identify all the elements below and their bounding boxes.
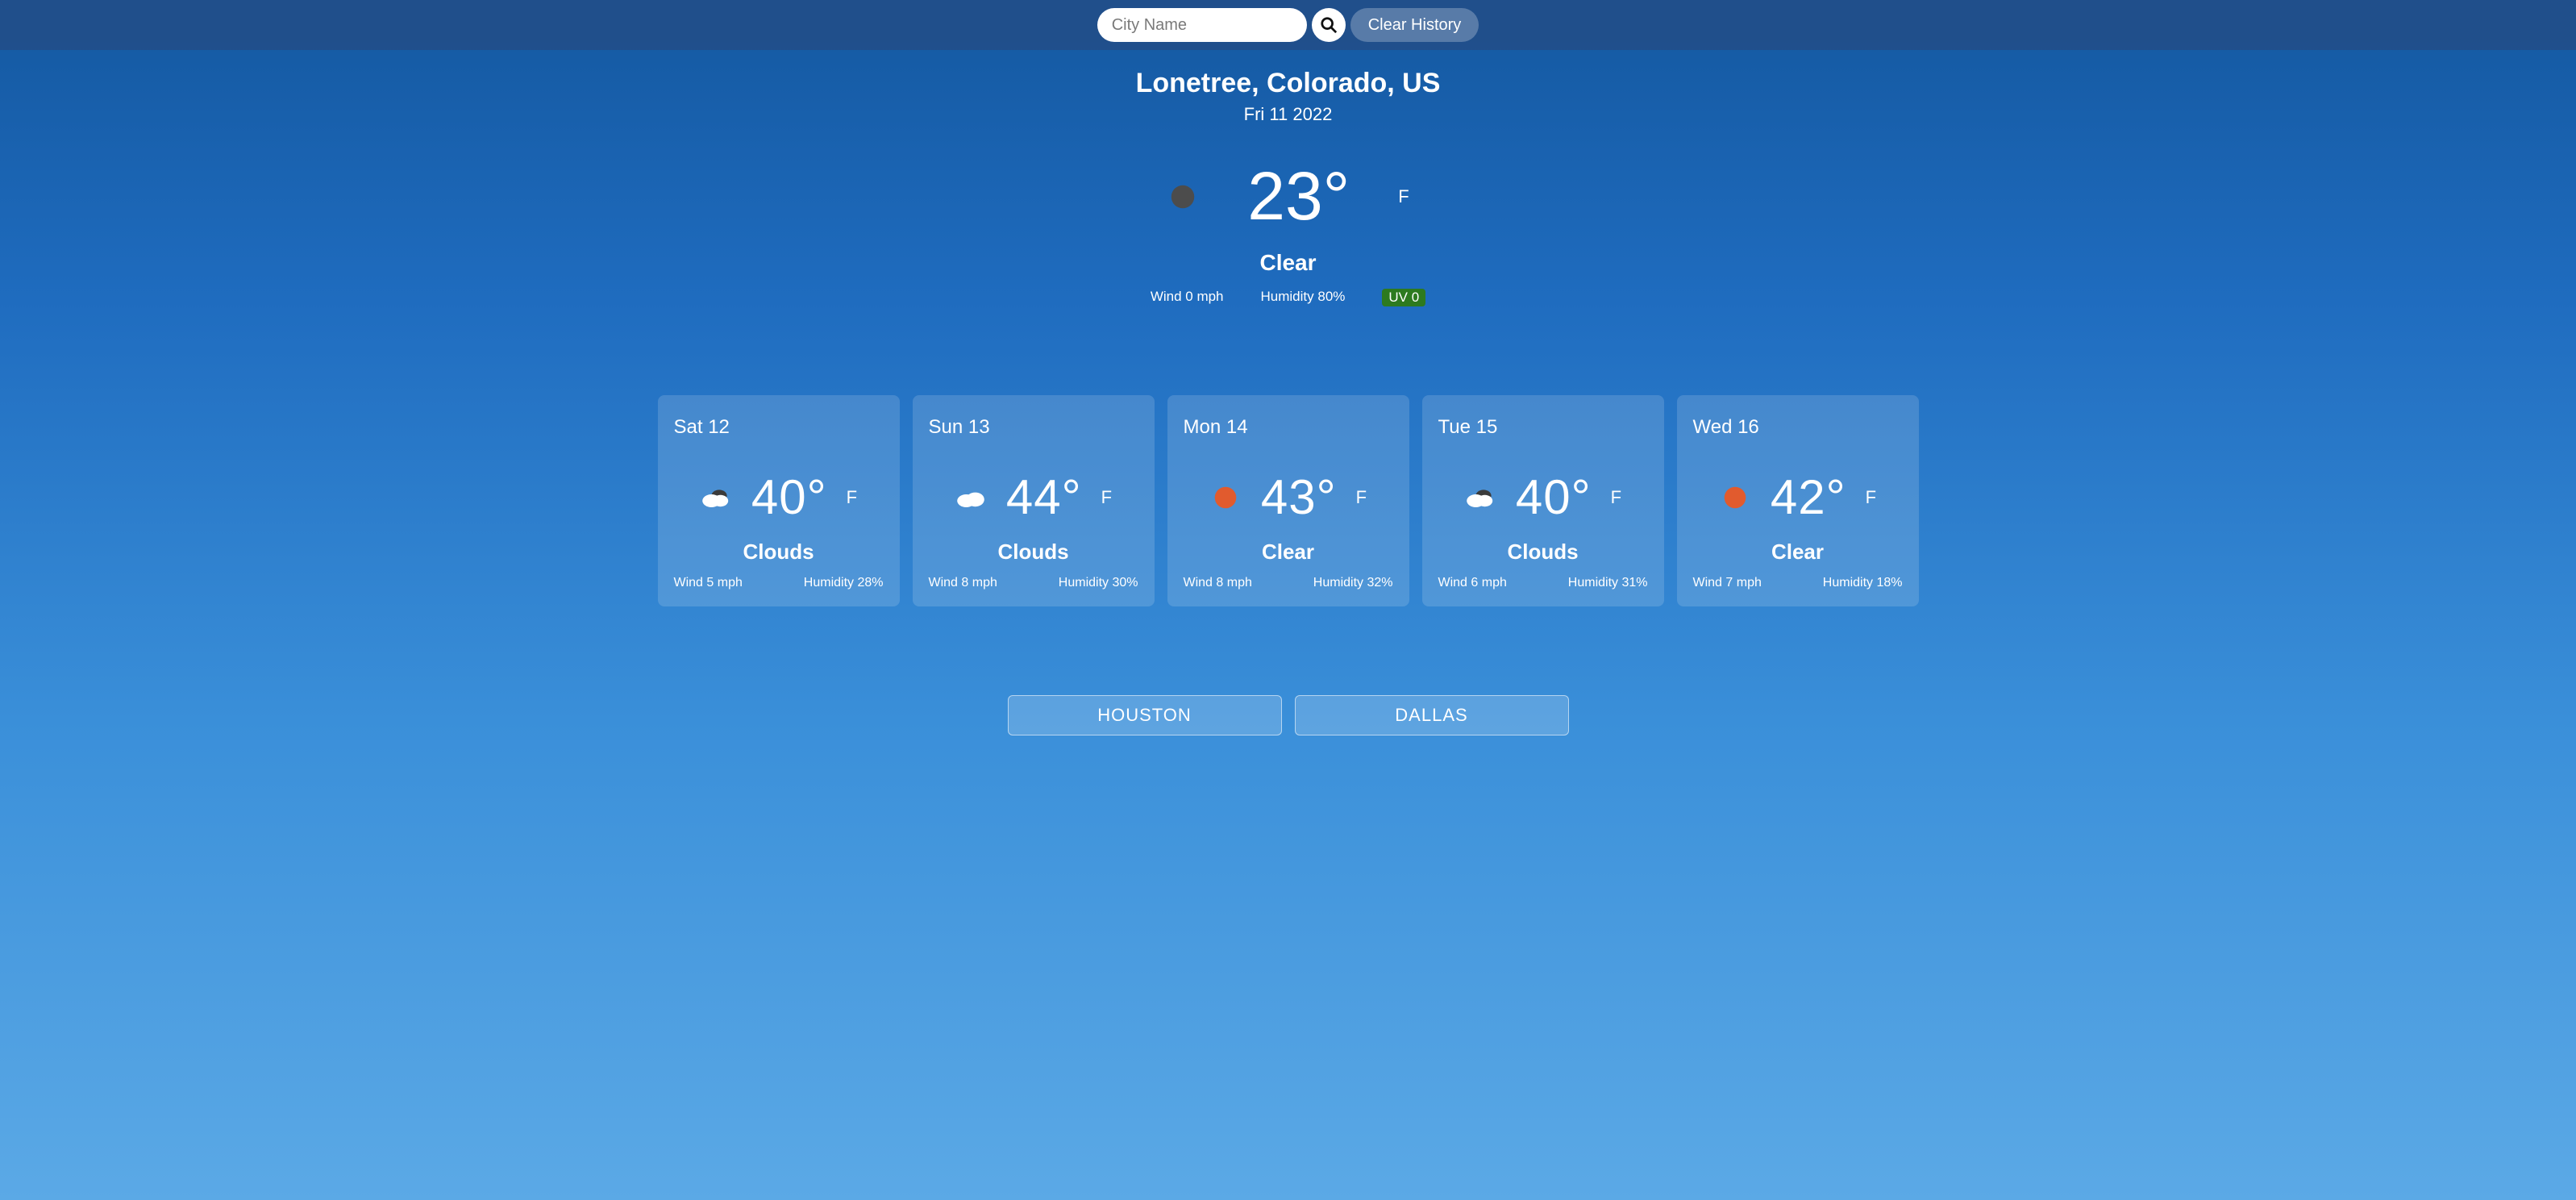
forecast-weather-icon bbox=[1719, 481, 1751, 514]
forecast-description: Clear bbox=[1184, 540, 1393, 565]
forecast-card: Sat 12 40° F Clouds Wind 5 mph Humidity … bbox=[658, 395, 900, 606]
forecast-unit: F bbox=[1611, 487, 1621, 508]
forecast-weather-icon bbox=[955, 481, 987, 514]
forecast-card: Mon 14 43° F Clear Wind 8 mph Humidity 3… bbox=[1167, 395, 1409, 606]
forecast-description: Clouds bbox=[1438, 540, 1648, 565]
forecast-description: Clouds bbox=[674, 540, 884, 565]
forecast-description: Clouds bbox=[929, 540, 1138, 565]
forecast-wind: Wind 8 mph bbox=[929, 576, 997, 590]
clear-history-button[interactable]: Clear History bbox=[1350, 8, 1479, 42]
current-humidity: Humidity 80% bbox=[1261, 289, 1346, 306]
forecast-humidity: Humidity 18% bbox=[1823, 576, 1903, 590]
forecast-card: Sun 13 44° F Clouds Wind 8 mph Humidity … bbox=[913, 395, 1155, 606]
forecast-date: Sun 13 bbox=[929, 416, 1138, 439]
current-uv-badge: UV 0 bbox=[1382, 289, 1425, 306]
forecast-humidity: Humidity 30% bbox=[1059, 576, 1138, 590]
forecast-humidity: Humidity 32% bbox=[1313, 576, 1393, 590]
current-weather: Lonetree, Colorado, US Fri 11 2022 23° F… bbox=[0, 50, 2576, 306]
current-wind: Wind 0 mph bbox=[1151, 289, 1224, 306]
forecast-date: Tue 15 bbox=[1438, 416, 1648, 439]
forecast-card: Tue 15 40° F Clouds Wind 6 mph Humidity … bbox=[1422, 395, 1664, 606]
forecast-description: Clear bbox=[1693, 540, 1903, 565]
history-row: HOUSTON DALLAS bbox=[0, 695, 2576, 760]
current-temp: 23° bbox=[1247, 157, 1350, 235]
forecast-wind: Wind 8 mph bbox=[1184, 576, 1252, 590]
forecast-date: Sat 12 bbox=[674, 416, 884, 439]
current-date: Fri 11 2022 bbox=[0, 104, 2576, 125]
forecast-date: Mon 14 bbox=[1184, 416, 1393, 439]
forecast-weather-icon bbox=[1464, 481, 1496, 514]
forecast-card: Wed 16 42° F Clear Wind 7 mph Humidity 1… bbox=[1677, 395, 1919, 606]
current-unit: F bbox=[1398, 186, 1409, 207]
forecast-weather-icon bbox=[1209, 481, 1242, 514]
search-icon bbox=[1320, 16, 1338, 34]
forecast-wind: Wind 6 mph bbox=[1438, 576, 1507, 590]
current-temp-row: 23° F bbox=[0, 157, 2576, 235]
forecast-unit: F bbox=[847, 487, 857, 508]
search-bar: Clear History bbox=[0, 0, 2576, 50]
forecast-wind: Wind 5 mph bbox=[674, 576, 743, 590]
forecast-wind: Wind 7 mph bbox=[1693, 576, 1762, 590]
current-description: Clear bbox=[0, 250, 2576, 276]
forecast-temp: 40° bbox=[751, 469, 827, 525]
history-button[interactable]: DALLAS bbox=[1295, 695, 1569, 735]
forecast-row: Sat 12 40° F Clouds Wind 5 mph Humidity … bbox=[0, 395, 2576, 606]
search-button[interactable] bbox=[1312, 8, 1346, 42]
location-title: Lonetree, Colorado, US bbox=[0, 68, 2576, 99]
city-input[interactable] bbox=[1097, 8, 1307, 42]
forecast-humidity: Humidity 28% bbox=[804, 576, 884, 590]
forecast-date: Wed 16 bbox=[1693, 416, 1903, 439]
forecast-temp: 40° bbox=[1516, 469, 1592, 525]
current-stats: Wind 0 mph Humidity 80% UV 0 bbox=[0, 289, 2576, 306]
current-weather-icon bbox=[1167, 181, 1199, 213]
forecast-weather-icon bbox=[700, 481, 732, 514]
forecast-unit: F bbox=[1101, 487, 1112, 508]
forecast-unit: F bbox=[1866, 487, 1876, 508]
history-button[interactable]: HOUSTON bbox=[1008, 695, 1282, 735]
forecast-temp: 43° bbox=[1261, 469, 1337, 525]
forecast-temp: 42° bbox=[1771, 469, 1846, 525]
forecast-temp: 44° bbox=[1006, 469, 1082, 525]
forecast-unit: F bbox=[1356, 487, 1367, 508]
forecast-humidity: Humidity 31% bbox=[1568, 576, 1648, 590]
